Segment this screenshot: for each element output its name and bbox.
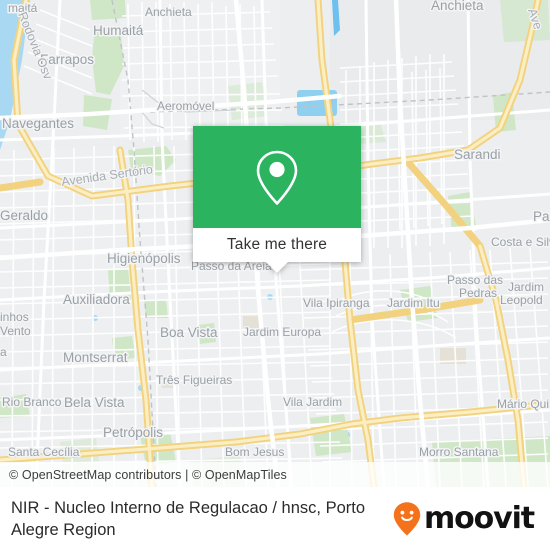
svg-text:Montserrat: Montserrat <box>63 350 128 365</box>
station-popup[interactable]: Take me there <box>193 126 361 273</box>
svg-text:Três Figueiras: Três Figueiras <box>156 373 232 387</box>
svg-text:Vila Jardim: Vila Jardim <box>283 395 342 409</box>
svg-text:Bela Vista: Bela Vista <box>64 395 125 410</box>
svg-text:Vento: Vento <box>0 324 31 338</box>
moovit-smiley-pin-icon <box>393 501 421 536</box>
svg-text:Mário Qui: Mário Qui <box>497 397 549 411</box>
svg-text:Petrópolis: Petrópolis <box>103 425 163 440</box>
svg-text:Passo das: Passo das <box>447 273 503 287</box>
svg-text:Jardim Itu: Jardim Itu <box>387 296 440 310</box>
svg-text:Pedras: Pedras <box>459 286 497 300</box>
page-footer: NIR - Nucleo Interno de Regulacao / hnsc… <box>0 487 550 550</box>
svg-text:Navegantes: Navegantes <box>2 116 74 131</box>
map-canvas[interactable]: maitá Anchieta Anchieta Humaitá Farrapos… <box>0 0 550 487</box>
svg-text:Boa Vista: Boa Vista <box>160 325 218 340</box>
svg-text:Higienópolis: Higienópolis <box>107 251 181 266</box>
svg-text:Humaitá: Humaitá <box>93 23 144 38</box>
svg-text:Leopold: Leopold <box>500 293 543 307</box>
footer-content: NIR - Nucleo Interno de Regulacao / hnsc… <box>0 487 550 550</box>
svg-text:Morro Santana: Morro Santana <box>419 445 499 459</box>
svg-text:Vila Ipiranga: Vila Ipiranga <box>303 296 370 310</box>
svg-text:a: a <box>0 345 7 359</box>
attribution-text: © OpenStreetMap contributors | © OpenMap… <box>9 467 287 482</box>
svg-text:Costa e Silv: Costa e Silv <box>491 235 550 249</box>
popup-pointer-tail <box>266 262 288 273</box>
svg-text:Sarandi: Sarandi <box>454 147 501 162</box>
svg-text:Geraldo: Geraldo <box>0 208 48 223</box>
moovit-station-map-page: maitá Anchieta Anchieta Humaitá Farrapos… <box>0 0 550 550</box>
svg-text:Anchieta: Anchieta <box>145 5 192 19</box>
svg-text:Par: Par <box>533 209 550 224</box>
popup-image-area <box>193 126 361 228</box>
svg-text:Santa Cecília: Santa Cecília <box>8 445 80 459</box>
popup-cta-label: Take me there <box>226 236 328 253</box>
map-attribution-bar: © OpenStreetMap contributors | © OpenMap… <box>0 462 550 487</box>
svg-text:Anchieta: Anchieta <box>431 0 484 13</box>
map-pin-icon <box>256 150 298 205</box>
svg-text:Jardim: Jardim <box>508 280 544 294</box>
moovit-wordmark: moovit <box>423 500 535 536</box>
popup-cta[interactable]: Take me there <box>193 228 361 262</box>
moovit-logo[interactable]: moovit <box>392 501 538 537</box>
svg-text:inhos: inhos <box>0 310 29 324</box>
svg-text:Rio Branco: Rio Branco <box>2 395 62 409</box>
page-title: NIR - Nucleo Interno de Regulacao / hnsc… <box>11 498 366 539</box>
svg-text:Aeromóvel: Aeromóvel <box>157 99 214 113</box>
svg-text:Auxiliadora: Auxiliadora <box>63 292 130 307</box>
svg-text:Jardim Europa: Jardim Europa <box>243 325 321 339</box>
svg-text:Bom Jesus: Bom Jesus <box>225 445 284 459</box>
